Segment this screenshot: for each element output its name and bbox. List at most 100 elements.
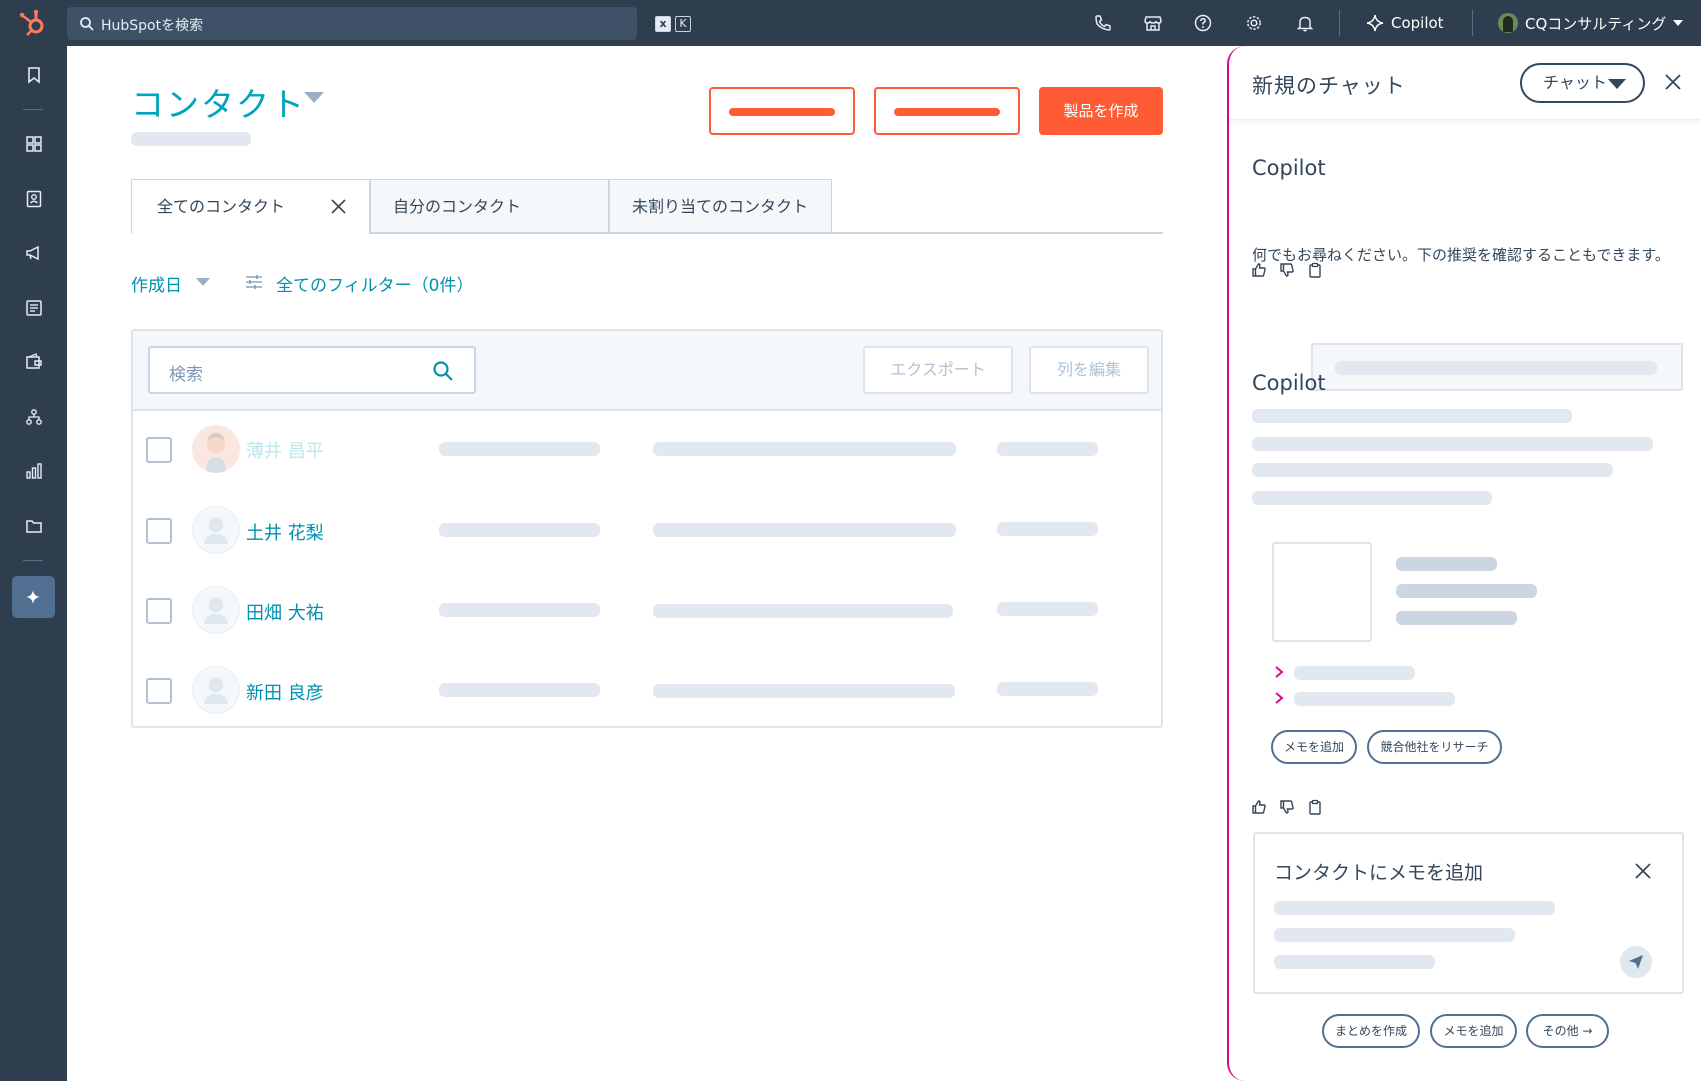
edit-columns-button[interactable]: 列を編集 <box>1029 346 1149 394</box>
copilot-sender-label: Copilot <box>1252 371 1326 395</box>
folder-icon[interactable] <box>24 516 44 536</box>
close-icon[interactable] <box>1663 72 1683 92</box>
copilot-sender-label: Copilot <box>1252 156 1326 180</box>
secondary-action-button[interactable] <box>874 87 1020 135</box>
table-row[interactable]: 田畑 大祐 <box>133 571 1161 651</box>
create-date-filter[interactable]: 作成日 <box>131 271 182 296</box>
cell-placeholder <box>653 684 955 698</box>
table-row[interactable]: 薄井 昌平 <box>133 411 1161 491</box>
row-checkbox[interactable] <box>146 518 172 544</box>
thumbs-up-icon[interactable] <box>1251 799 1267 815</box>
cell-placeholder <box>439 523 600 537</box>
tab-label: 全てのコンタクト <box>157 197 286 216</box>
copilot-sparkle-icon <box>26 590 40 604</box>
tab-unassigned-contacts[interactable]: 未割り当てのコンタクト <box>609 179 832 232</box>
button-label-placeholder <box>894 108 1000 116</box>
marketplace-icon[interactable] <box>1143 13 1163 33</box>
table-row[interactable]: 新田 良彦 <box>133 651 1161 731</box>
thumbs-down-icon[interactable] <box>1279 799 1295 815</box>
contact-name[interactable]: 新田 良彦 <box>246 679 324 705</box>
thumbs-down-icon[interactable] <box>1279 262 1295 278</box>
prompt-text-placeholder <box>1335 361 1657 375</box>
card-line-placeholder <box>1396 557 1497 571</box>
chevron-down-icon[interactable] <box>304 92 324 103</box>
shortcut-key-k: K <box>675 16 691 32</box>
record-card-thumbnail[interactable] <box>1272 542 1372 642</box>
contacts-icon[interactable] <box>24 189 44 209</box>
research-competitors-suggestion-pill[interactable]: 競合他社をリサーチ <box>1367 730 1502 764</box>
search-icon <box>433 361 453 381</box>
tab-my-contacts[interactable]: 自分のコンタクト <box>370 179 609 232</box>
table-row[interactable]: 土井 花梨 <box>133 491 1161 571</box>
response-line-placeholder <box>1252 437 1653 451</box>
contact-name[interactable]: 土井 花梨 <box>246 519 324 545</box>
copilot-sparkle-icon <box>1366 14 1384 32</box>
help-icon[interactable] <box>1193 13 1213 33</box>
cell-placeholder <box>439 603 600 617</box>
more-options-pill[interactable]: その他 → <box>1526 1014 1609 1048</box>
send-button[interactable] <box>1620 946 1652 978</box>
all-filters-button[interactable]: 全てのフィルター（0件） <box>276 271 473 296</box>
tab-all-contacts[interactable]: 全てのコンタクト <box>131 179 370 234</box>
contact-name[interactable]: 薄井 昌平 <box>246 437 324 463</box>
close-icon[interactable] <box>1634 862 1652 880</box>
cell-placeholder <box>439 442 600 456</box>
reports-bar-chart-icon[interactable] <box>24 461 44 481</box>
page-title[interactable]: コンタクト <box>131 78 306 126</box>
dashboard-grid-icon[interactable] <box>24 134 44 154</box>
copilot-button-label: Copilot <box>1391 14 1444 32</box>
row-checkbox[interactable] <box>146 437 172 463</box>
row-checkbox[interactable] <box>146 598 172 624</box>
contact-avatar <box>192 425 240 473</box>
phone-icon[interactable] <box>1093 13 1113 33</box>
account-menu[interactable]: CQコンサルティング <box>1498 10 1684 36</box>
user-prompt-bubble <box>1311 343 1683 391</box>
export-button[interactable]: エクスポート <box>863 346 1013 394</box>
account-avatar <box>1498 13 1518 33</box>
content-icon[interactable] <box>24 298 44 318</box>
settings-gear-icon[interactable] <box>1244 13 1264 33</box>
copy-clipboard-icon[interactable] <box>1307 799 1323 815</box>
commerce-wallet-icon[interactable] <box>24 352 44 372</box>
add-note-composer[interactable]: コンタクトにメモを追加 <box>1253 832 1684 994</box>
button-label-placeholder <box>729 108 835 116</box>
cell-placeholder <box>653 604 953 618</box>
view-tabs: 全てのコンタクト 自分のコンタクト 未割り当てのコンタクト <box>131 179 1163 234</box>
cell-placeholder <box>997 602 1098 616</box>
table-search-input[interactable]: 検索 <box>148 346 476 394</box>
contact-name[interactable]: 田畑 大祐 <box>246 599 324 625</box>
sidebar-divider <box>23 560 43 561</box>
chevron-down-icon <box>1673 20 1684 26</box>
secondary-action-button[interactable] <box>709 87 855 135</box>
global-search-input[interactable]: HubSpotを検索 x K <box>67 7 691 40</box>
chevron-down-icon[interactable] <box>196 278 210 286</box>
copy-clipboard-icon[interactable] <box>1307 262 1323 278</box>
add-note-suggestion-pill[interactable]: メモを追加 <box>1271 730 1357 764</box>
contacts-table: 検索 エクスポート 列を編集 薄井 昌平 土井 花梨 田畑 大祐 新田 良彦 <box>131 329 1163 728</box>
send-paper-plane-icon <box>1629 955 1643 969</box>
bookmark-icon[interactable] <box>24 65 44 85</box>
notifications-bell-icon[interactable] <box>1295 13 1315 33</box>
copilot-button[interactable]: Copilot <box>1366 10 1444 36</box>
sidebar-item-copilot[interactable] <box>12 576 55 618</box>
marketing-megaphone-icon[interactable] <box>24 243 44 263</box>
contact-avatar-placeholder <box>192 586 240 634</box>
chevron-right-icon[interactable] <box>1273 665 1285 679</box>
composer-line-placeholder <box>1274 928 1515 942</box>
add-note-pill[interactable]: メモを追加 <box>1430 1014 1517 1048</box>
filter-sliders-icon[interactable] <box>245 273 263 291</box>
message-feedback-actions <box>1251 799 1323 815</box>
create-button[interactable]: 製品を作成 <box>1039 87 1163 135</box>
row-checkbox[interactable] <box>146 678 172 704</box>
chat-mode-dropdown[interactable]: チャット <box>1520 63 1645 103</box>
response-line-placeholder <box>1252 491 1492 505</box>
automation-network-icon[interactable] <box>24 407 44 427</box>
hubspot-logo-icon[interactable] <box>18 8 48 38</box>
card-line-placeholder <box>1396 611 1517 625</box>
thumbs-up-icon[interactable] <box>1251 262 1267 278</box>
response-line-placeholder <box>1252 409 1572 423</box>
chevron-right-icon[interactable] <box>1273 691 1285 705</box>
create-summary-pill[interactable]: まとめを作成 <box>1322 1014 1420 1048</box>
global-search-placeholder: HubSpotを検索 <box>101 18 204 34</box>
close-icon[interactable] <box>330 198 347 215</box>
